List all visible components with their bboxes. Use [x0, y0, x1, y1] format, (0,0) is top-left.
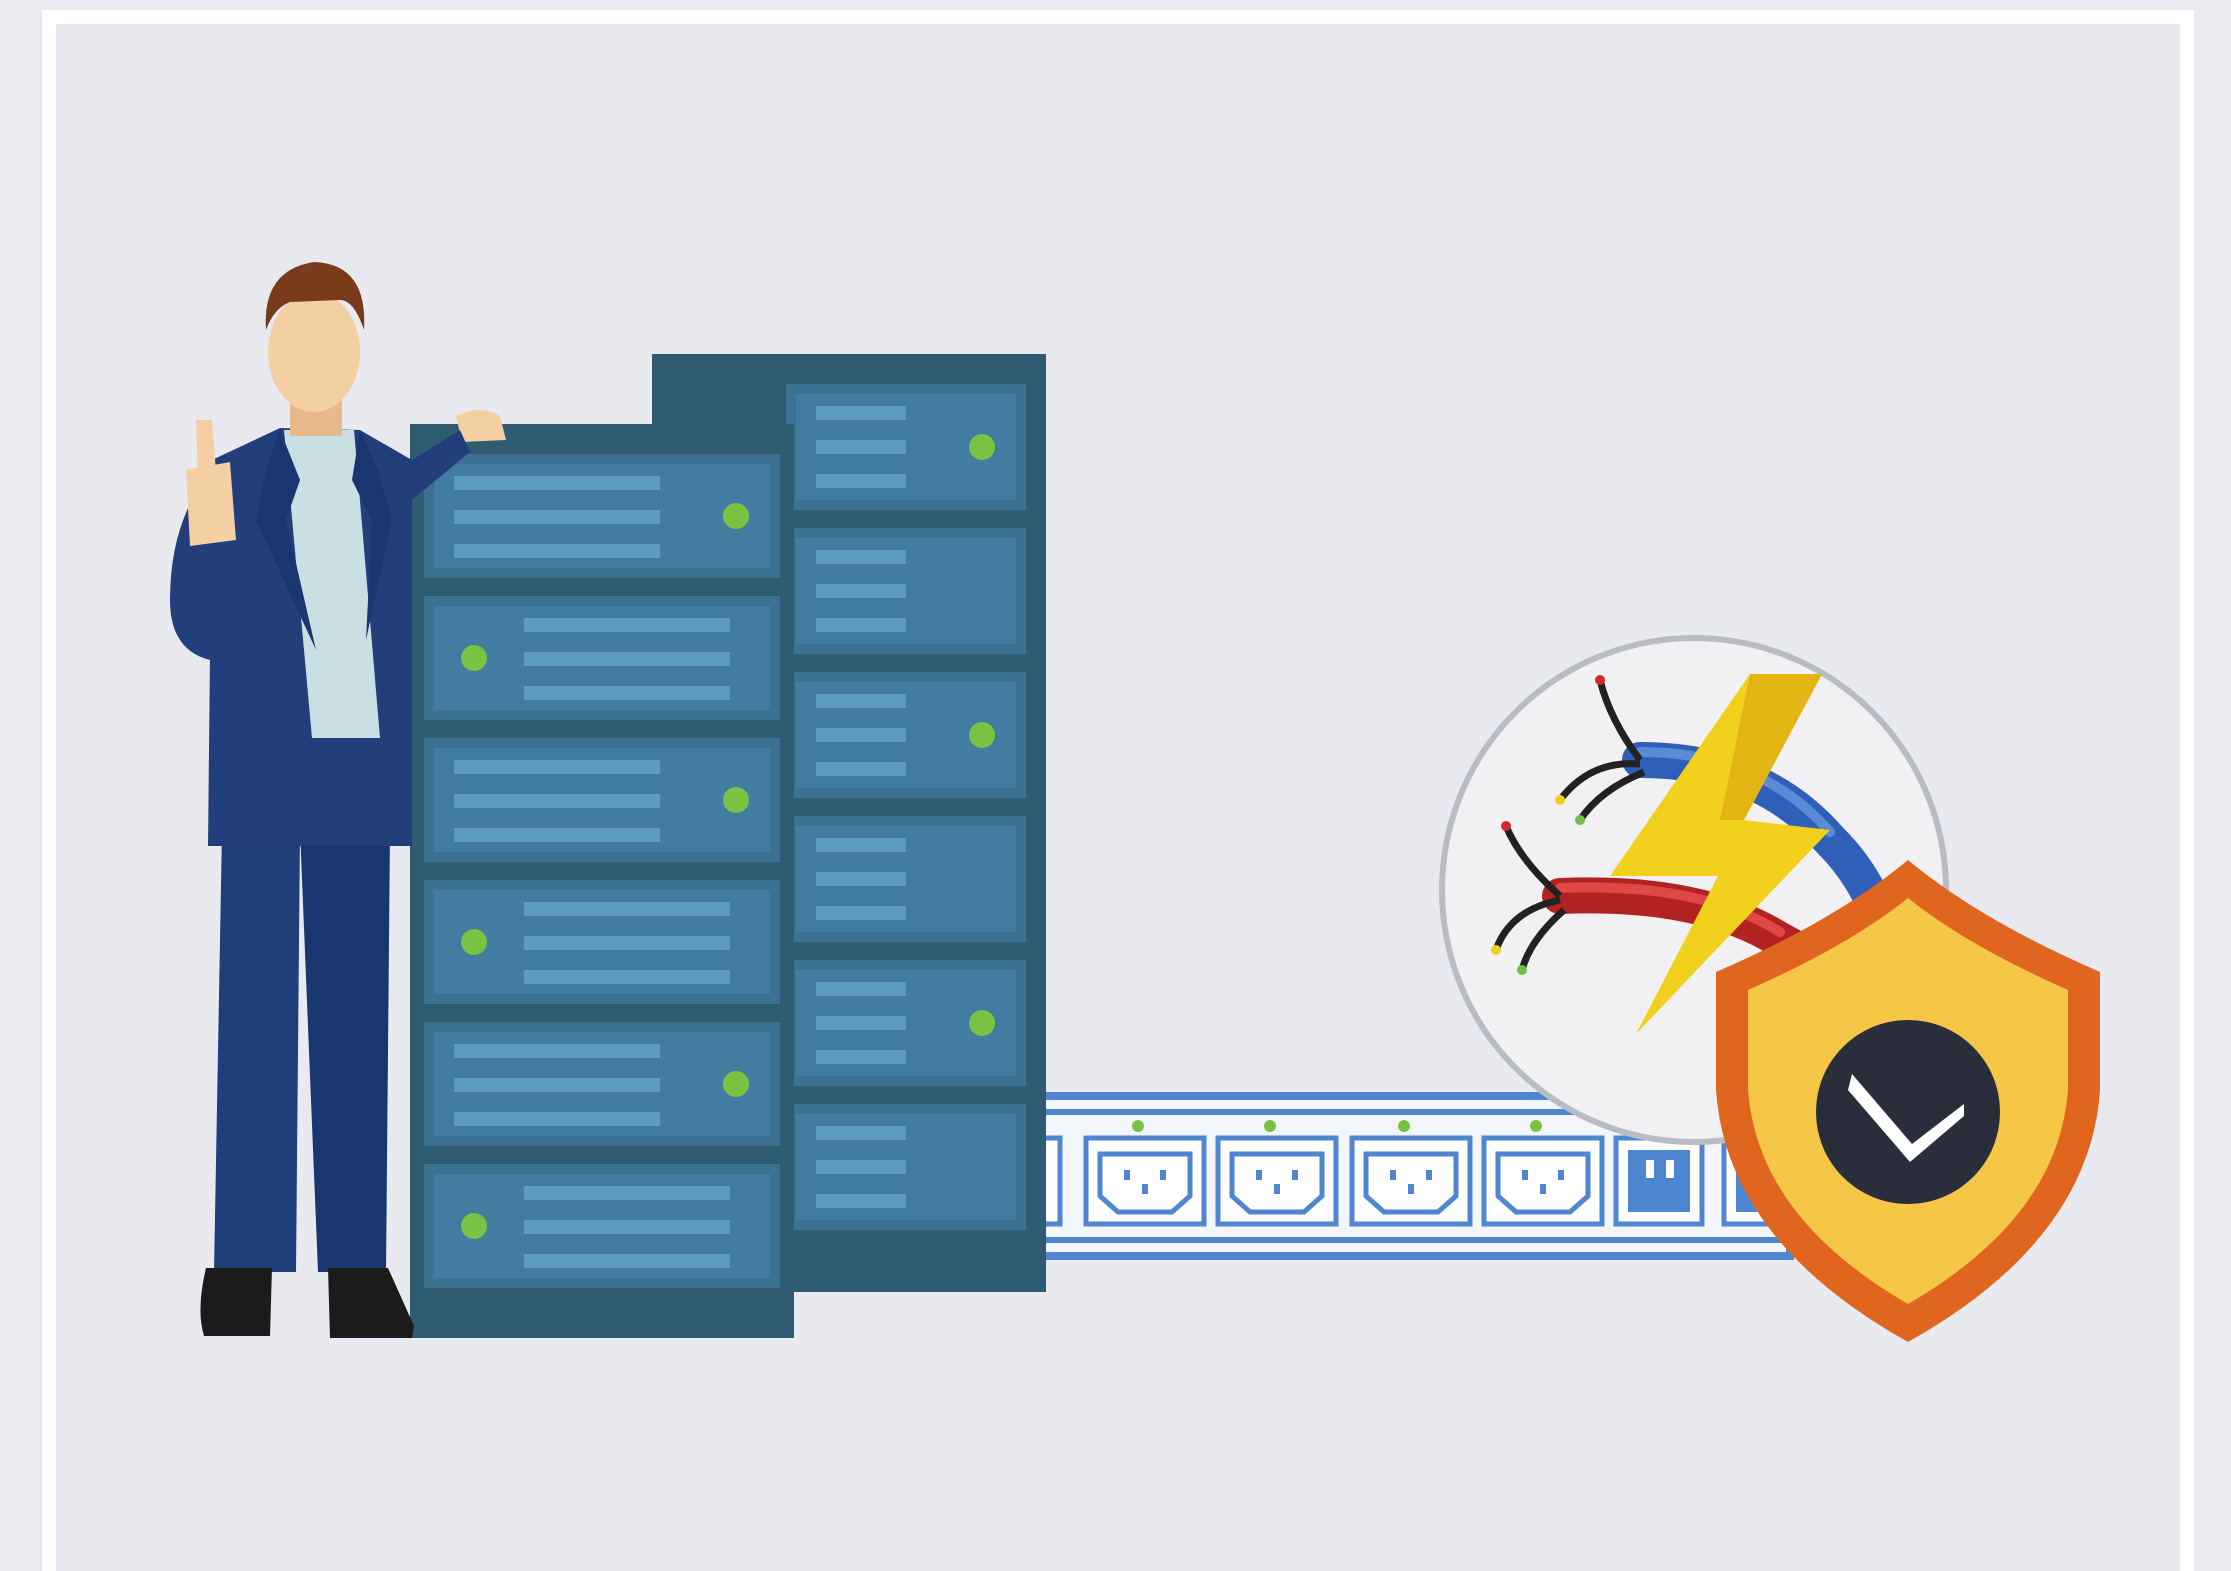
- clock-icon: [1816, 1020, 2000, 1204]
- status-led: [723, 1071, 749, 1097]
- status-led: [461, 645, 487, 671]
- power-outlet: [1215, 1120, 1339, 1227]
- status-led: [1398, 1120, 1410, 1132]
- power-outlet: [1083, 1120, 1207, 1227]
- power-outlet: [1481, 1120, 1605, 1227]
- status-led: [969, 1010, 995, 1036]
- status-led: [1530, 1120, 1542, 1132]
- status-led: [1264, 1120, 1276, 1132]
- server-unit: [786, 816, 1026, 942]
- power-switch: [1613, 1135, 1705, 1227]
- server-unit: [786, 384, 1026, 510]
- server-unit: [786, 528, 1026, 654]
- server-unit: [424, 880, 780, 1004]
- status-led: [1132, 1120, 1144, 1132]
- server-unit: [786, 1104, 1026, 1230]
- server-unit: [424, 454, 780, 578]
- server-unit: [786, 672, 1026, 798]
- server-rack-icon: [410, 424, 794, 1338]
- illustration-scene: [170, 262, 2100, 1342]
- status-led: [969, 434, 995, 460]
- status-led: [723, 787, 749, 813]
- status-led: [461, 929, 487, 955]
- server-unit: [424, 596, 780, 720]
- server-unit: [424, 1164, 780, 1288]
- server-unit: [424, 1022, 780, 1146]
- status-led: [723, 503, 749, 529]
- server-unit: [424, 738, 780, 862]
- power-outlet: [1349, 1120, 1473, 1227]
- status-led: [969, 722, 995, 748]
- status-led: [461, 1213, 487, 1239]
- server-unit: [786, 960, 1026, 1086]
